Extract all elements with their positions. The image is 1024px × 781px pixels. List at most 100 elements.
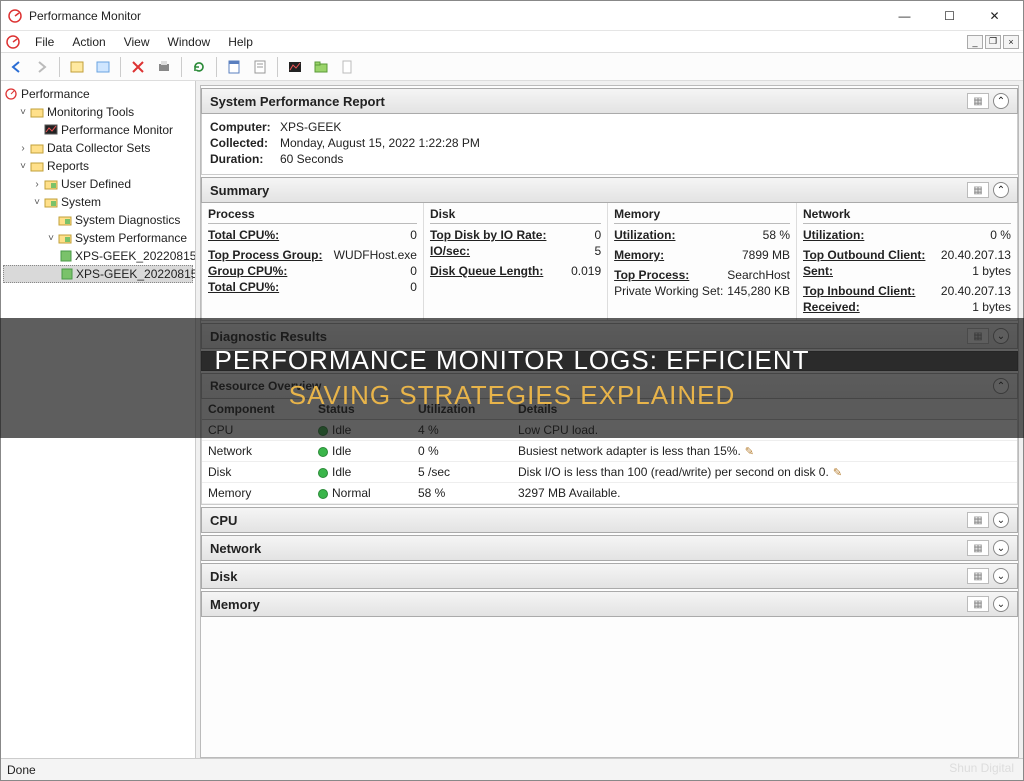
iosec-value: 5 <box>594 244 601 258</box>
section-cpu[interactable]: CPU ▦ ⌄ <box>201 507 1018 533</box>
overlay-line2: SAVING STRATEGIES EXPLAINED <box>289 380 735 411</box>
report-icon <box>60 266 74 282</box>
collapse-icon[interactable]: ˅ <box>31 197 43 208</box>
back-button[interactable] <box>5 56 27 78</box>
edit-icon[interactable]: ✎ <box>745 445 757 457</box>
expand-icon[interactable]: ⌄ <box>993 512 1009 528</box>
tree-node-reports[interactable]: ˅ Reports <box>3 157 193 175</box>
tree-node-system-performance[interactable]: ˅ System Performance <box>3 229 193 247</box>
collapse-icon[interactable]: ⌃ <box>993 182 1009 198</box>
collected-label: Collected: <box>210 136 280 150</box>
view-folder-button[interactable] <box>310 56 332 78</box>
tree-node-performance[interactable]: Performance <box>3 85 193 103</box>
show-hide-console-tree-button[interactable] <box>66 56 88 78</box>
collapse-icon[interactable]: ˅ <box>45 233 57 244</box>
cell-component: Disk <box>202 462 312 483</box>
section-system-performance-report[interactable]: System Performance Report ▦ ⌃ <box>201 88 1018 114</box>
col-header: Disk <box>430 207 601 224</box>
tree-label: Performance Monitor <box>61 123 173 137</box>
view-page-button[interactable] <box>336 56 358 78</box>
duration-label: Duration: <box>210 152 280 166</box>
cell-util: 5 /sec <box>412 462 512 483</box>
report-folder-icon <box>43 176 59 192</box>
section-title: Disk <box>210 569 967 584</box>
tree-node-system-diagnostics[interactable]: System Diagnostics <box>3 211 193 229</box>
collapse-icon[interactable]: ˅ <box>17 161 29 172</box>
refresh-button[interactable] <box>188 56 210 78</box>
minimize-button[interactable]: — <box>882 1 927 31</box>
table-row[interactable]: Disk Idle 5 /sec Disk I/O is less than 1… <box>202 462 1017 483</box>
edit-icon[interactable]: ✎ <box>833 466 845 478</box>
menu-window[interactable]: Window <box>160 33 219 51</box>
mdi-minimize[interactable]: _ <box>967 35 983 49</box>
inbound-value: 20.40.207.13 <box>941 284 1011 298</box>
tree-node-report-1[interactable]: XPS-GEEK_20220815 <box>3 247 193 265</box>
cell-util: 0 % <box>412 441 512 462</box>
table-row[interactable]: Memory Normal 58 % 3297 MB Available. <box>202 483 1017 504</box>
cell-details: 3297 MB Available. <box>512 483 1017 504</box>
mdi-restore[interactable]: ❐ <box>985 35 1001 49</box>
status-dot-icon <box>318 468 328 478</box>
col-header: Memory <box>614 207 790 224</box>
memory-value: 7899 MB <box>742 248 790 262</box>
top-process-label: Top Process: <box>614 268 723 282</box>
properties-button[interactable] <box>92 56 114 78</box>
section-summary[interactable]: Summary ▦ ⌃ <box>201 177 1018 203</box>
inbound-label: Top Inbound Client: <box>803 284 937 298</box>
expand-icon[interactable]: › <box>31 179 43 190</box>
section-disk[interactable]: Disk ▦ ⌄ <box>201 563 1018 589</box>
forward-button[interactable] <box>31 56 53 78</box>
cell-component: Network <box>202 441 312 462</box>
toolbar <box>1 53 1023 81</box>
menu-help[interactable]: Help <box>220 33 261 51</box>
print-button[interactable] <box>153 56 175 78</box>
statusbar: Done <box>1 758 1023 780</box>
delete-button[interactable] <box>127 56 149 78</box>
tree-node-performance-monitor[interactable]: Performance Monitor <box>3 121 193 139</box>
section-network[interactable]: Network ▦ ⌄ <box>201 535 1018 561</box>
folder-icon <box>29 104 45 120</box>
tree-node-data-collector-sets[interactable]: › Data Collector Sets <box>3 139 193 157</box>
window-title: Performance Monitor <box>29 9 882 23</box>
menu-file[interactable]: File <box>27 33 62 51</box>
menu-action[interactable]: Action <box>64 33 113 51</box>
calendar-icon: ▦ <box>967 540 989 556</box>
expand-icon[interactable]: ⌄ <box>993 596 1009 612</box>
expand-icon[interactable]: › <box>17 143 29 154</box>
total-cpu2-value: 0 <box>410 280 417 294</box>
total-cpu-value: 0 <box>410 228 417 242</box>
table-row[interactable]: Network Idle 0 % Busiest network adapter… <box>202 441 1017 462</box>
tree-node-system[interactable]: ˅ System <box>3 193 193 211</box>
tree-label: Data Collector Sets <box>47 141 150 155</box>
maximize-button[interactable]: ☐ <box>927 1 972 31</box>
collected-value: Monday, August 15, 2022 1:22:28 PM <box>280 136 480 150</box>
summary-grid: Process Total CPU%:0 Top Process Group:W… <box>201 203 1018 321</box>
cell-util: 58 % <box>412 483 512 504</box>
collapse-icon[interactable]: ˅ <box>17 107 29 118</box>
close-button[interactable]: ✕ <box>972 1 1017 31</box>
expand-icon[interactable]: ⌄ <box>993 540 1009 556</box>
total-cpu2-label: Total CPU%: <box>208 280 406 294</box>
calendar-icon: ▦ <box>967 568 989 584</box>
tree-node-report-2[interactable]: XPS-GEEK_20220815 <box>3 265 193 283</box>
view-graph-button[interactable] <box>284 56 306 78</box>
report-folder-icon <box>43 194 59 210</box>
collapse-icon[interactable]: ⌃ <box>993 93 1009 109</box>
mdi-buttons: _ ❐ × <box>967 35 1019 49</box>
tree-node-monitoring-tools[interactable]: ˅ Monitoring Tools <box>3 103 193 121</box>
section-memory[interactable]: Memory ▦ ⌄ <box>201 591 1018 617</box>
expand-icon[interactable]: ⌄ <box>993 568 1009 584</box>
tree-node-user-defined[interactable]: › User Defined <box>3 175 193 193</box>
cell-component: Memory <box>202 483 312 504</box>
calendar-icon: ▦ <box>967 596 989 612</box>
group-cpu-value: 0 <box>410 264 417 278</box>
mdi-close[interactable]: × <box>1003 35 1019 49</box>
outbound-value: 20.40.207.13 <box>941 248 1011 262</box>
view-report-button[interactable] <box>249 56 271 78</box>
top-disk-io-value: 0 <box>594 228 601 242</box>
section-title: Network <box>210 541 967 556</box>
view-log-button[interactable] <box>223 56 245 78</box>
menu-view[interactable]: View <box>116 33 158 51</box>
overlay-banner: PERFORMANCE MONITOR LOGS: EFFICIENT SAVI… <box>0 318 1024 438</box>
cell-status: Idle <box>312 462 412 483</box>
